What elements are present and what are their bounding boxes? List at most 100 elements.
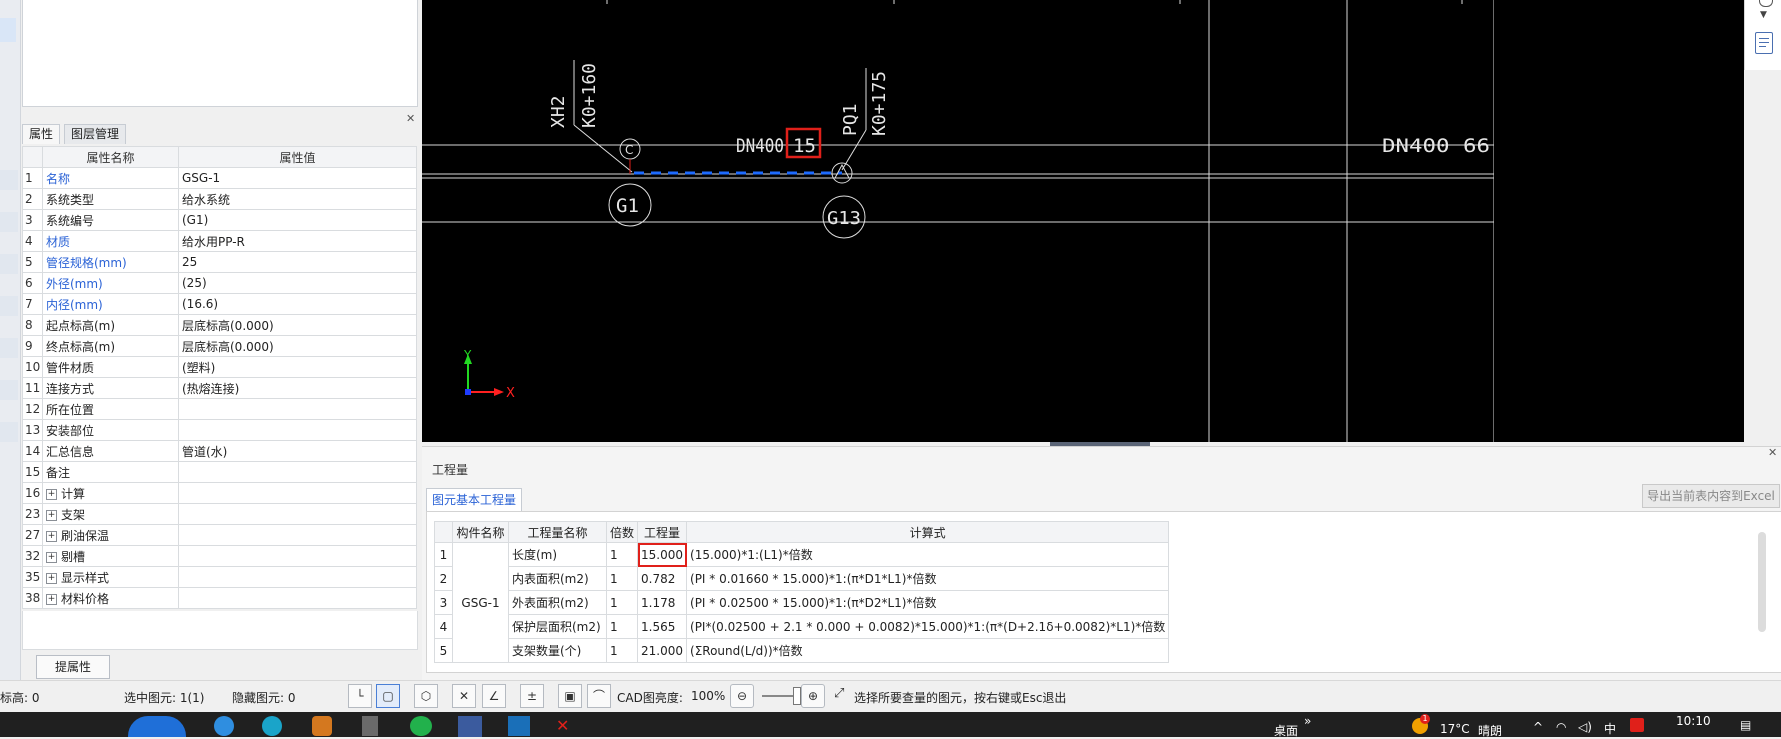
property-row[interactable]: 13 安装部位 (22, 419, 417, 441)
property-value[interactable]: (16.6) (178, 293, 417, 315)
property-value[interactable]: (塑料) (178, 356, 417, 378)
angle-icon[interactable]: ∠ (482, 684, 506, 708)
expand-plus-icon[interactable]: + (46, 488, 57, 500)
property-value[interactable]: 给水用PP-R (178, 230, 417, 252)
wechat-icon[interactable] (410, 716, 432, 736)
property-group-row[interactable]: 32 + 剔槽 (22, 545, 417, 567)
brightness-decrease-icon[interactable]: ⊖ (730, 684, 754, 708)
quantity-panel-close-icon[interactable]: ✕ (1768, 446, 1777, 459)
app-icon[interactable] (312, 716, 332, 736)
property-row[interactable]: 1 名称 GSG-1 (22, 167, 417, 189)
quantity-row[interactable]: 2 内表面积(m2) 1 0.782 (PI * 0.01660 * 15.000)*1… (434, 566, 1170, 591)
quantity-row[interactable]: 4 保护层面积(m2) 1 1.565 (PI*(0.02500 + 2.1 * 0.0… (434, 614, 1170, 639)
property-value[interactable] (178, 461, 417, 483)
expand-plus-icon[interactable]: + (46, 572, 57, 584)
property-row[interactable]: 10 管件材质 (塑料) (22, 356, 417, 378)
tab-properties[interactable]: 属性 (22, 124, 61, 144)
property-row[interactable]: 5 管径规格(mm) 25 (22, 251, 417, 273)
property-value[interactable]: (G1) (178, 209, 417, 231)
sogou-ime-icon[interactable] (1630, 718, 1644, 732)
property-row[interactable]: 3 系统编号 (G1) (22, 209, 417, 231)
cross-snap-icon[interactable]: ✕ (452, 684, 476, 708)
property-group-row[interactable]: 38 + 材料价格 (22, 587, 417, 609)
edge-browser-icon[interactable] (262, 716, 282, 736)
tab-layer-management[interactable]: 图层管理 (64, 124, 127, 144)
expand-plus-icon[interactable]: + (46, 530, 57, 542)
property-row[interactable]: 12 所在位置 (22, 398, 417, 420)
property-group-row[interactable]: 16 + 计算 (22, 482, 417, 504)
property-row[interactable]: 9 终点标高(m) 层底标高(0.000) (22, 335, 417, 357)
property-row[interactable]: 2 系统类型 给水系统 (22, 188, 417, 210)
glodon-app-icon[interactable] (508, 716, 530, 736)
property-row[interactable]: 4 材质 给水用PP-R (22, 230, 417, 252)
quantity-scrollbar[interactable] (1758, 532, 1766, 632)
property-row[interactable]: 6 外径(mm) (25) (22, 272, 417, 294)
quantity-row[interactable]: 1 GSG-1 长度(m) 1 15.000 (15.000)*1:(L1)*倍数 (434, 542, 1170, 663)
curve-icon[interactable]: ⌒ (587, 684, 611, 708)
left-nav-item[interactable] (0, 170, 18, 190)
property-row[interactable]: 8 起点标高(m) 层底标高(0.000) (22, 314, 417, 336)
property-row[interactable]: 11 连接方式 (热熔连接) (22, 377, 417, 399)
notification-center-icon[interactable]: ▤ (1740, 718, 1751, 732)
network-icon[interactable]: ◠ (1556, 720, 1566, 734)
property-value[interactable]: 层底标高(0.000) (178, 314, 417, 336)
property-group-row[interactable]: 27 + 刷油保温 (22, 524, 417, 546)
cad-drawing-canvas[interactable]: XH2 K0+160 PQ1 K0+175 DN400 15 DN400 66 … (422, 0, 1494, 442)
report-icon[interactable] (1755, 32, 1773, 54)
cortana-icon[interactable] (128, 716, 186, 737)
left-nav-item[interactable] (0, 422, 18, 442)
left-nav-selected-item[interactable] (0, 18, 16, 42)
property-value[interactable]: GSG-1 (178, 167, 417, 189)
volume-icon[interactable]: ◁) (1578, 720, 1592, 734)
left-nav-item[interactable] (0, 380, 18, 400)
print-region-icon[interactable]: ▣ (558, 684, 582, 708)
weather-temperature[interactable]: 17°C (1440, 722, 1470, 736)
property-row[interactable]: 14 汇总信息 管道(水) (22, 440, 417, 462)
expand-plus-icon[interactable]: + (46, 509, 57, 521)
quantity-row[interactable]: 3 外表面积(m2) 1 1.178 (PI * 0.02500 * 15.000)*1… (434, 590, 1170, 615)
property-value[interactable]: 层底标高(0.000) (178, 335, 417, 357)
expand-plus-icon[interactable]: + (46, 593, 57, 605)
dropdown-arrow-icon[interactable]: ▼ (1760, 10, 1767, 20)
brightness-slider-knob[interactable] (793, 687, 801, 705)
weather-description[interactable]: 晴朗 (1478, 722, 1502, 739)
3d-view-icon[interactable]: ⬡ (414, 684, 438, 708)
property-group-row[interactable]: 35 + 显示样式 (22, 566, 417, 588)
wps-icon[interactable]: ✕ (556, 716, 578, 736)
property-value[interactable]: (25) (178, 272, 417, 294)
brightness-increase-icon[interactable]: ⊕ (801, 684, 825, 708)
cad-canvas-right[interactable] (1494, 0, 1744, 442)
tray-chevron-icon[interactable]: ^ (1533, 720, 1543, 734)
taskbar-desktop-label[interactable]: 桌面 (1274, 722, 1298, 739)
quantity-row[interactable]: 5 支架数量(个) 1 21.000 (ΣRound(L/d))*倍数 (434, 638, 1170, 663)
property-row[interactable]: 7 内径(mm) (16.6) (22, 293, 417, 315)
property-row[interactable]: 15 备注 (22, 461, 417, 483)
header-property-value: 属性值 (178, 146, 417, 168)
expand-plus-icon[interactable]: + (46, 551, 57, 563)
taskbar-chevron-icon[interactable]: » (1304, 714, 1311, 728)
tab-basic-quantities[interactable]: 图元基本工程量 (426, 488, 523, 511)
cad-drawing[interactable]: XH2 K0+160 PQ1 K0+175 DN400 15 DN400 66 … (422, 0, 1494, 442)
calculator-icon[interactable] (362, 716, 378, 736)
ortho-mode-icon[interactable]: └ (348, 684, 372, 708)
property-value[interactable]: 管道(水) (178, 440, 417, 462)
active-app-icon[interactable] (458, 716, 482, 737)
property-value[interactable]: 25 (178, 251, 417, 273)
ie-browser-icon[interactable] (214, 716, 234, 736)
left-nav-item[interactable] (0, 254, 18, 274)
taskbar-clock[interactable]: 10:10 (1676, 714, 1711, 728)
property-value[interactable] (178, 398, 417, 420)
left-nav-item[interactable] (0, 338, 18, 358)
orbit-icon[interactable] (1759, 0, 1773, 7)
extract-properties-button[interactable]: 提属性 (36, 655, 110, 679)
property-value[interactable]: (热熔连接) (178, 377, 417, 399)
ime-indicator[interactable]: 中 (1604, 720, 1616, 737)
left-nav-item[interactable] (0, 212, 18, 232)
property-value[interactable]: 给水系统 (178, 188, 417, 210)
property-group-row[interactable]: 23 + 支架 (22, 503, 417, 525)
offset-icon[interactable]: ± (520, 684, 544, 708)
left-nav-item[interactable] (0, 296, 18, 316)
select-mode-icon[interactable]: ▢ (376, 684, 400, 708)
export-excel-button[interactable]: 导出当前表内容到Excel (1642, 484, 1780, 508)
property-value[interactable] (178, 419, 417, 441)
